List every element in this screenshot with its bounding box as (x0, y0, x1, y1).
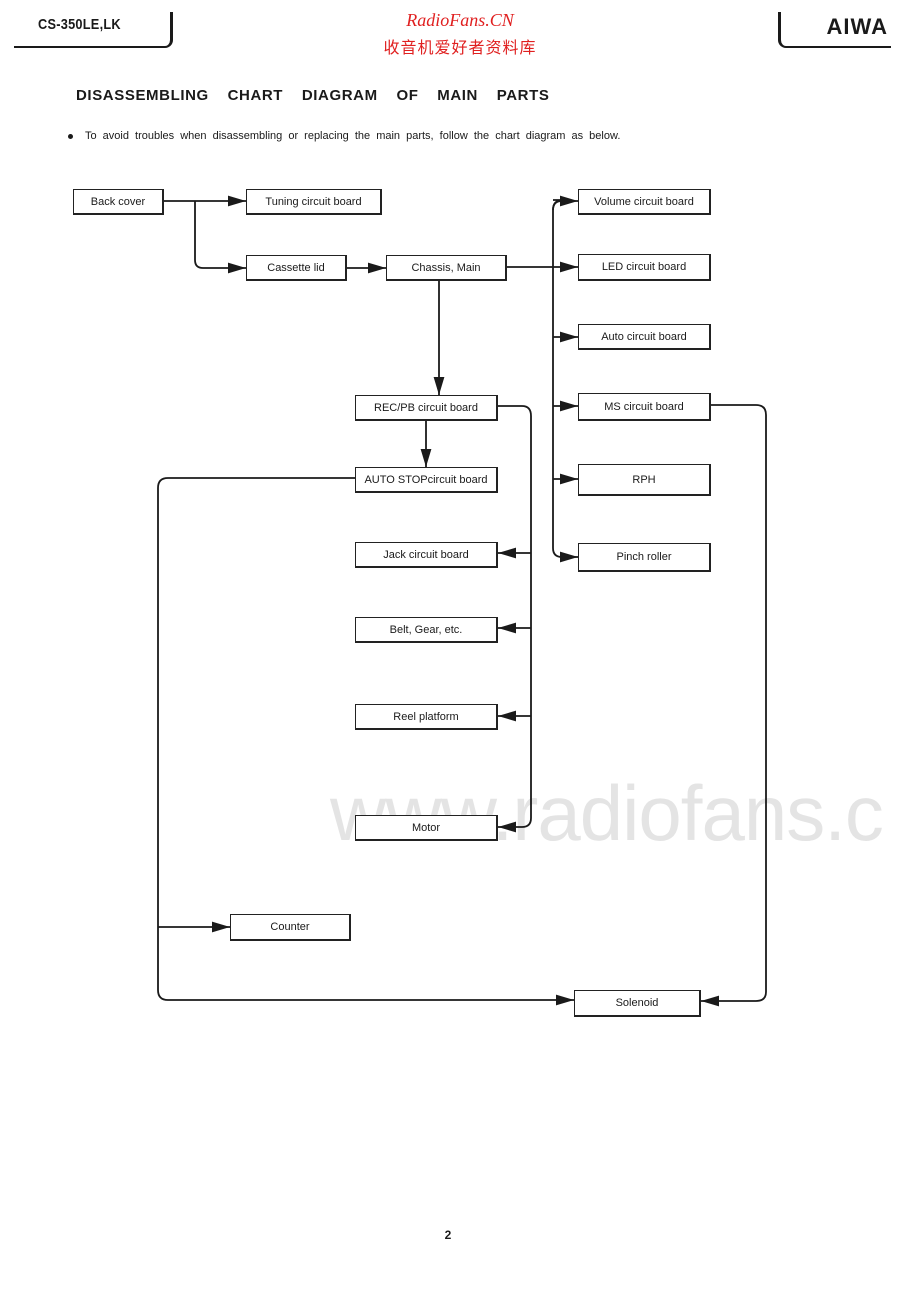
right-bus (552, 199, 564, 558)
node-rph: RPH (578, 464, 711, 496)
node-reel-platform: Reel platform (355, 704, 498, 730)
node-volume-circuit-board: Volume circuit board (578, 189, 711, 215)
node-pinch-roller: Pinch roller (578, 543, 711, 572)
edge-backcover-cassette (194, 201, 246, 274)
node-ms-circuit-board: MS circuit board (578, 393, 711, 421)
node-chassis-main: Chassis, Main (386, 255, 507, 281)
node-back-cover: Back cover (73, 189, 164, 215)
node-cassette-lid: Cassette lid (246, 255, 347, 281)
node-rec-pb-circuit-board: REC/PB circuit board (355, 395, 498, 421)
recpb-bus (498, 405, 532, 833)
node-solenoid: Solenoid (574, 990, 701, 1017)
node-belt-gear: Belt, Gear, etc. (355, 617, 498, 643)
node-led-circuit-board: LED circuit board (578, 254, 711, 281)
edge-volume (552, 195, 578, 211)
node-tuning-circuit-board: Tuning circuit board (246, 189, 382, 215)
node-jack-circuit-board: Jack circuit board (355, 542, 498, 568)
node-auto-stop-circuit-board: AUTO STOPcircuit board (355, 467, 498, 493)
node-counter: Counter (230, 914, 351, 941)
node-auto-circuit-board: Auto circuit board (578, 324, 711, 350)
node-motor: Motor (355, 815, 498, 841)
